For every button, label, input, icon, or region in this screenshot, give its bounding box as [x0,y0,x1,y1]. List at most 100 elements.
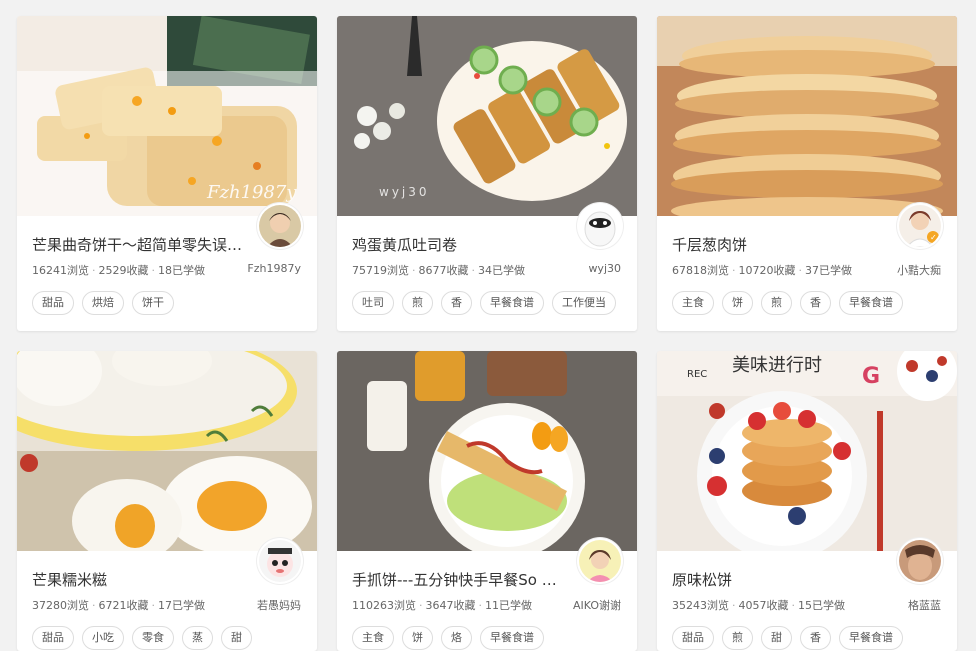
stat-separator: · [151,264,156,277]
recipe-stats: 67818浏览 · 10720收藏 · 37已学做 [672,262,852,278]
view-count: 75719浏览 [352,264,409,277]
author-avatar[interactable] [577,538,623,584]
recipe-title[interactable]: 手抓饼---五分钟快手早餐So … [352,569,572,590]
learned-count: 17已学做 [158,599,205,612]
recipe-tag[interactable]: 早餐食谱 [839,626,903,650]
learned-count: 18已学做 [158,264,205,277]
view-count: 16241浏览 [32,264,89,277]
collect-count: 3647收藏 [425,599,476,612]
photo-watermark: Fzh1987y [206,182,297,203]
recipe-stats: 16241浏览 · 2529收藏 · 18已学做 [32,262,205,278]
recipe-photo[interactable] [657,16,957,216]
recipe-card[interactable]: wyj30 鸡蛋黄瓜吐司卷 75719浏览 · 8677收藏 · 34已学做 wyj30… [337,16,637,331]
photo-watermark: wyj30 [379,185,430,199]
author-name[interactable]: 小黠大痴 [861,262,941,278]
author-avatar[interactable]: ✓ [897,203,943,249]
stat-separator: · [791,599,796,612]
recipe-title[interactable]: 芒果糯米糍 [32,569,252,590]
recipe-stats: 75719浏览 · 8677收藏 · 34已学做 [352,262,525,278]
tag-list: 吐司 煎 香 早餐食谱 工作便当 [352,291,616,315]
recipe-tag[interactable]: 煎 [722,626,753,650]
author-avatar[interactable] [257,203,303,249]
stat-separator: · [412,264,416,277]
recipe-tag[interactable]: 零食 [132,626,174,650]
stat-separator: · [478,599,483,612]
recipe-card[interactable]: ✓ 千层葱肉饼 67818浏览 · 10720收藏 · 37已学做 小黠大痴 主食 饼 … [657,16,957,331]
recipe-photo[interactable] [337,351,637,551]
learned-count: 37已学做 [805,264,852,277]
recipe-card[interactable]: Fzh1987y 芒果曲奇饼干～超简单零失误… 16241浏览 · 2529收藏 · 1… [17,16,317,331]
author-avatar[interactable] [257,538,303,584]
recipe-tag[interactable]: 烘焙 [82,291,124,315]
learned-count: 15已学做 [798,599,845,612]
photo-rec-label: REC [687,369,707,380]
recipe-tag[interactable]: 饼 [402,626,433,650]
recipe-tag[interactable]: 小吃 [82,626,124,650]
recipe-tag[interactable]: 烙 [441,626,472,650]
recipe-tag[interactable]: 工作便当 [552,291,616,315]
recipe-tag[interactable]: 甜品 [672,626,714,650]
recipe-tag[interactable]: 香 [800,626,831,650]
tag-list: 主食 饼 煎 香 早餐食谱 [672,291,903,315]
author-name[interactable]: 格蓝蓝 [861,597,941,613]
stat-separator: · [419,599,423,612]
recipe-title[interactable]: 芒果曲奇饼干～超简单零失误… [32,234,252,255]
recipe-tag[interactable]: 甜品 [32,291,74,315]
recipe-tag[interactable]: 甜品 [32,626,74,650]
stat-separator: · [732,599,736,612]
recipe-photo[interactable]: wyj30 [337,16,637,216]
recipe-tag[interactable]: 早餐食谱 [480,626,544,650]
stat-separator: · [732,264,736,277]
recipe-title[interactable]: 鸡蛋黄瓜吐司卷 [352,234,572,255]
recipe-card[interactable]: 手抓饼---五分钟快手早餐So … 110263浏览 · 3647收藏 · 11已学做 … [337,351,637,651]
recipe-tag[interactable]: 甜 [761,626,792,650]
recipe-photo[interactable]: REC 美味进行时 G [657,351,957,551]
recipe-title[interactable]: 原味松饼 [672,569,892,590]
author-name[interactable]: 若愚妈妈 [221,597,301,613]
recipe-tag[interactable]: 主食 [352,626,394,650]
collect-count: 10720收藏 [738,264,796,277]
recipe-photo[interactable]: Fzh1987y [17,16,317,216]
recipe-tag[interactable]: 吐司 [352,291,394,315]
author-name[interactable]: Fzh1987y [221,262,301,275]
view-count: 37280浏览 [32,599,89,612]
view-count: 67818浏览 [672,264,729,277]
recipe-card[interactable]: REC 美味进行时 G 原味松饼 35243浏览 · 4057收藏 · 15已学… [657,351,957,651]
learned-count: 11已学做 [485,599,532,612]
recipe-tag[interactable]: 早餐食谱 [480,291,544,315]
author-avatar[interactable] [577,203,623,249]
view-count: 35243浏览 [672,599,729,612]
learned-count: 34已学做 [478,264,525,277]
recipe-title[interactable]: 千层葱肉饼 [672,234,892,255]
stat-separator: · [798,264,803,277]
recipe-tag[interactable]: 香 [800,291,831,315]
recipe-tag[interactable]: 蒸 [182,626,213,650]
recipe-photo[interactable] [17,351,317,551]
stat-separator: · [151,599,156,612]
author-name[interactable]: wyj30 [541,262,621,275]
recipe-tag[interactable]: 饼干 [132,291,174,315]
recipe-tag[interactable]: 主食 [672,291,714,315]
photo-overlay-text: 美味进行时 [732,355,822,376]
recipe-stats: 35243浏览 · 4057收藏 · 15已学做 [672,597,845,613]
recipe-tag[interactable]: 饼 [722,291,753,315]
view-count: 110263浏览 [352,599,416,612]
author-name[interactable]: AIKO谢谢 [541,597,621,613]
recipe-tag[interactable]: 早餐食谱 [839,291,903,315]
stat-separator: · [92,264,96,277]
photo-letter: G [862,364,880,389]
recipe-tag[interactable]: 香 [441,291,472,315]
stat-separator: · [471,264,476,277]
collect-count: 6721收藏 [98,599,149,612]
recipe-tag[interactable]: 煎 [402,291,433,315]
recipe-tag[interactable]: 煎 [761,291,792,315]
recipe-tag[interactable]: 甜 [221,626,252,650]
tag-list: 主食 饼 烙 早餐食谱 [352,626,544,650]
collect-count: 4057收藏 [738,599,789,612]
recipe-stats: 37280浏览 · 6721收藏 · 17已学做 [32,597,205,613]
tag-list: 甜品 烘焙 饼干 [32,291,174,315]
recipe-card[interactable]: 芒果糯米糍 37280浏览 · 6721收藏 · 17已学做 若愚妈妈 甜品 小吃 零食… [17,351,317,651]
author-avatar[interactable] [897,538,943,584]
collect-count: 2529收藏 [98,264,149,277]
stat-separator: · [92,599,96,612]
